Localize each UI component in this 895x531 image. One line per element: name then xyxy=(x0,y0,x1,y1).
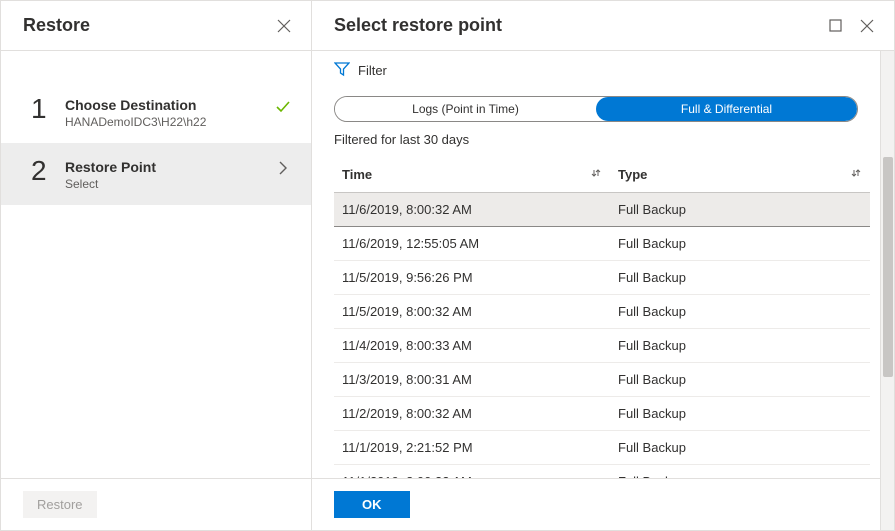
step-number: 2 xyxy=(31,157,65,185)
filter-icon xyxy=(334,61,350,80)
close-icon[interactable] xyxy=(275,17,293,35)
select-restore-point-title: Select restore point xyxy=(334,15,502,36)
table-row[interactable]: 11/1/2019, 2:21:52 PMFull Backup xyxy=(334,431,870,465)
cell-type: Full Backup xyxy=(602,440,862,455)
step-restore-point[interactable]: 2 Restore Point Select xyxy=(1,143,311,205)
cell-type: Full Backup xyxy=(602,304,862,319)
cell-time: 11/1/2019, 2:21:52 PM xyxy=(342,440,602,455)
filter-info-text: Filtered for last 30 days xyxy=(312,132,880,157)
sort-icon xyxy=(850,167,862,182)
table-row[interactable]: 11/6/2019, 12:55:05 AMFull Backup xyxy=(334,227,870,261)
restore-footer: Restore xyxy=(1,478,311,530)
cell-time: 11/5/2019, 9:56:26 PM xyxy=(342,270,602,285)
table-header: Time Type xyxy=(334,157,870,193)
restore-type-tabs: Logs (Point in Time) Full & Differential xyxy=(334,96,858,122)
filter-label: Filter xyxy=(358,63,387,78)
table-row[interactable]: 11/5/2019, 9:56:26 PMFull Backup xyxy=(334,261,870,295)
step-title: Choose Destination xyxy=(65,97,273,113)
table-row[interactable]: 11/3/2019, 8:00:31 AMFull Backup xyxy=(334,363,870,397)
maximize-icon[interactable] xyxy=(826,17,844,35)
cell-type: Full Backup xyxy=(602,338,862,353)
column-label: Type xyxy=(618,167,647,182)
cell-type: Full Backup xyxy=(602,406,862,421)
cell-type: Full Backup xyxy=(602,202,862,217)
scrollbar-thumb[interactable] xyxy=(883,157,893,377)
checkmark-icon xyxy=(273,99,293,115)
column-header-time[interactable]: Time xyxy=(342,167,602,182)
restore-title: Restore xyxy=(23,15,90,36)
cell-time: 11/5/2019, 8:00:32 AM xyxy=(342,304,602,319)
select-restore-point-panel: Select restore point Filter xyxy=(312,1,894,530)
cell-time: 11/2/2019, 8:00:32 AM xyxy=(342,406,602,421)
select-restore-point-footer: OK xyxy=(312,478,880,530)
table-row[interactable]: 11/6/2019, 8:00:32 AMFull Backup xyxy=(334,193,870,227)
tab-logs[interactable]: Logs (Point in Time) xyxy=(335,97,596,121)
sort-icon xyxy=(590,167,602,182)
cell-time: 11/6/2019, 8:00:32 AM xyxy=(342,202,602,217)
cell-type: Full Backup xyxy=(602,236,862,251)
close-icon[interactable] xyxy=(858,17,876,35)
step-choose-destination[interactable]: 1 Choose Destination HANADemoIDC3\H22\h2… xyxy=(1,81,311,143)
cell-time: 11/4/2019, 8:00:33 AM xyxy=(342,338,602,353)
step-subtitle: Select xyxy=(65,177,273,191)
step-title: Restore Point xyxy=(65,159,273,175)
table-row[interactable]: 11/4/2019, 8:00:33 AMFull Backup xyxy=(334,329,870,363)
restore-button[interactable]: Restore xyxy=(23,491,97,518)
restore-header: Restore xyxy=(1,1,311,51)
cell-time: 11/3/2019, 8:00:31 AM xyxy=(342,372,602,387)
restore-panel: Restore 1 Choose Destination HANADemoIDC… xyxy=(1,1,312,530)
cell-time: 11/6/2019, 12:55:05 AM xyxy=(342,236,602,251)
tab-full-differential[interactable]: Full & Differential xyxy=(596,97,857,121)
cell-type: Full Backup xyxy=(602,270,862,285)
step-number: 1 xyxy=(31,95,65,123)
table-row[interactable]: 11/5/2019, 8:00:32 AMFull Backup xyxy=(334,295,870,329)
table-row[interactable]: 11/2/2019, 8:00:32 AMFull Backup xyxy=(334,397,870,431)
cell-type: Full Backup xyxy=(602,372,862,387)
column-label: Time xyxy=(342,167,372,182)
chevron-right-icon xyxy=(273,161,293,175)
wizard-steps: 1 Choose Destination HANADemoIDC3\H22\h2… xyxy=(1,51,311,478)
restore-points-table: Time Type 11/6/2019, 8:00:32 AMF xyxy=(334,157,874,478)
column-header-type[interactable]: Type xyxy=(602,167,862,182)
ok-button[interactable]: OK xyxy=(334,491,410,518)
scrollbar[interactable] xyxy=(880,51,894,530)
filter-button[interactable]: Filter xyxy=(312,51,880,90)
table-row[interactable]: 11/1/2019, 8:00:32 AMFull Backup xyxy=(334,465,870,478)
step-subtitle: HANADemoIDC3\H22\h22 xyxy=(65,115,273,129)
select-restore-point-header: Select restore point xyxy=(312,1,894,51)
